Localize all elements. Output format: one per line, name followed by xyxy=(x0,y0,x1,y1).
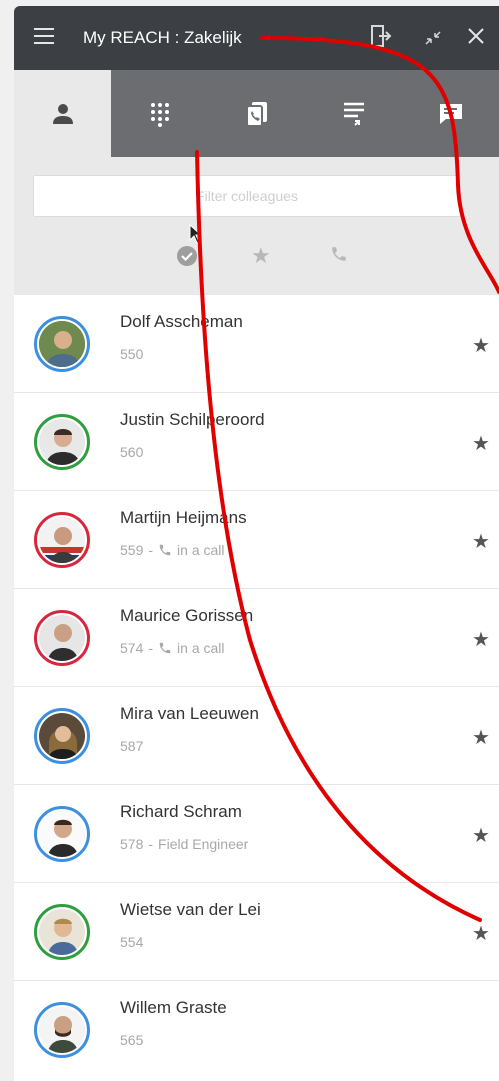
tab-call-history[interactable] xyxy=(208,70,305,157)
exit-icon[interactable] xyxy=(370,24,392,53)
favorite-star-icon[interactable]: ★ xyxy=(472,921,490,946)
colleague-name: Dolf Asscheman xyxy=(120,312,243,331)
phone-icon xyxy=(159,544,171,556)
list-item[interactable]: Maurice Gorissen 574- in a call ★ xyxy=(14,589,499,687)
phone-icon[interactable] xyxy=(330,245,348,268)
avatar xyxy=(34,414,90,470)
colleague-name: Richard Schram xyxy=(120,802,242,821)
colleague-status: 559- in a call xyxy=(120,542,225,558)
colleague-extension: 550 xyxy=(120,346,144,362)
phone-icon xyxy=(159,642,171,654)
queue-icon xyxy=(343,102,364,126)
tab-bar xyxy=(14,70,499,157)
favorite-star-icon[interactable]: ★ xyxy=(472,725,490,750)
favorite-star-icon[interactable]: ★ xyxy=(472,333,490,358)
avatar xyxy=(34,806,90,862)
list-item[interactable]: Mira van Leeuwen 587 ★ xyxy=(14,687,499,785)
avatar xyxy=(34,610,90,666)
person-icon xyxy=(52,103,73,124)
avatar xyxy=(34,708,90,764)
list-item[interactable]: Richard Schram 578- Field Engineer ★ xyxy=(14,785,499,883)
filter-panel: ★ xyxy=(14,157,499,295)
title-bar: My REACH : Zakelijk xyxy=(14,6,499,70)
colleague-status: 574- in a call xyxy=(120,640,225,656)
avatar xyxy=(34,316,90,372)
tab-queues[interactable] xyxy=(305,70,402,157)
favorite-star-icon[interactable]: ★ xyxy=(472,529,490,554)
colleague-name: Willem Graste xyxy=(120,998,227,1017)
list-item[interactable]: Willem Graste 565 xyxy=(14,981,499,1079)
colleague-extension: 554 xyxy=(120,934,144,950)
window-title: My REACH : Zakelijk xyxy=(83,28,242,47)
colleague-extension: 587 xyxy=(120,738,144,754)
tab-colleagues[interactable] xyxy=(14,70,111,157)
colleague-name: Justin Schilperoord xyxy=(120,410,265,429)
mouse-cursor-icon xyxy=(189,223,203,249)
favorite-star-icon[interactable]: ★ xyxy=(472,823,490,848)
dialpad-icon xyxy=(150,102,169,127)
colleague-name: Maurice Gorissen xyxy=(120,606,254,625)
filter-toggles: ★ xyxy=(14,243,499,272)
colleague-extension: 565 xyxy=(120,1032,144,1048)
list-item[interactable]: Dolf Asscheman 550 ★ xyxy=(14,295,499,393)
list-item[interactable]: Wietse van der Lei 554 ★ xyxy=(14,883,499,981)
colleague-name: Mira van Leeuwen xyxy=(120,704,259,723)
tab-chat[interactable] xyxy=(402,70,499,157)
avatar xyxy=(34,1002,90,1058)
call-history-icon xyxy=(245,101,267,127)
colleague-list: Dolf Asscheman 550 ★ Justin Schilperoord… xyxy=(14,295,499,1081)
chat-icon xyxy=(439,103,462,124)
hamburger-icon[interactable] xyxy=(34,28,54,44)
avatar xyxy=(34,512,90,568)
list-item[interactable]: Martijn Heijmans 559- in a call ★ xyxy=(14,491,499,589)
minimize-icon[interactable] xyxy=(424,30,442,51)
colleague-role: 578- Field Engineer xyxy=(120,836,249,852)
favorite-star-icon[interactable]: ★ xyxy=(251,243,271,269)
available-check-icon[interactable] xyxy=(176,245,198,272)
favorite-star-icon[interactable]: ★ xyxy=(472,627,490,652)
filter-colleagues-input[interactable] xyxy=(33,175,461,217)
colleague-name: Martijn Heijmans xyxy=(120,508,247,527)
tab-dialpad[interactable] xyxy=(111,70,208,157)
list-item[interactable]: Justin Schilperoord 560 ★ xyxy=(14,393,499,491)
close-icon[interactable] xyxy=(466,26,486,51)
favorite-star-icon[interactable]: ★ xyxy=(472,431,490,456)
colleague-name: Wietse van der Lei xyxy=(120,900,261,919)
colleague-extension: 560 xyxy=(120,444,144,460)
avatar xyxy=(34,904,90,960)
